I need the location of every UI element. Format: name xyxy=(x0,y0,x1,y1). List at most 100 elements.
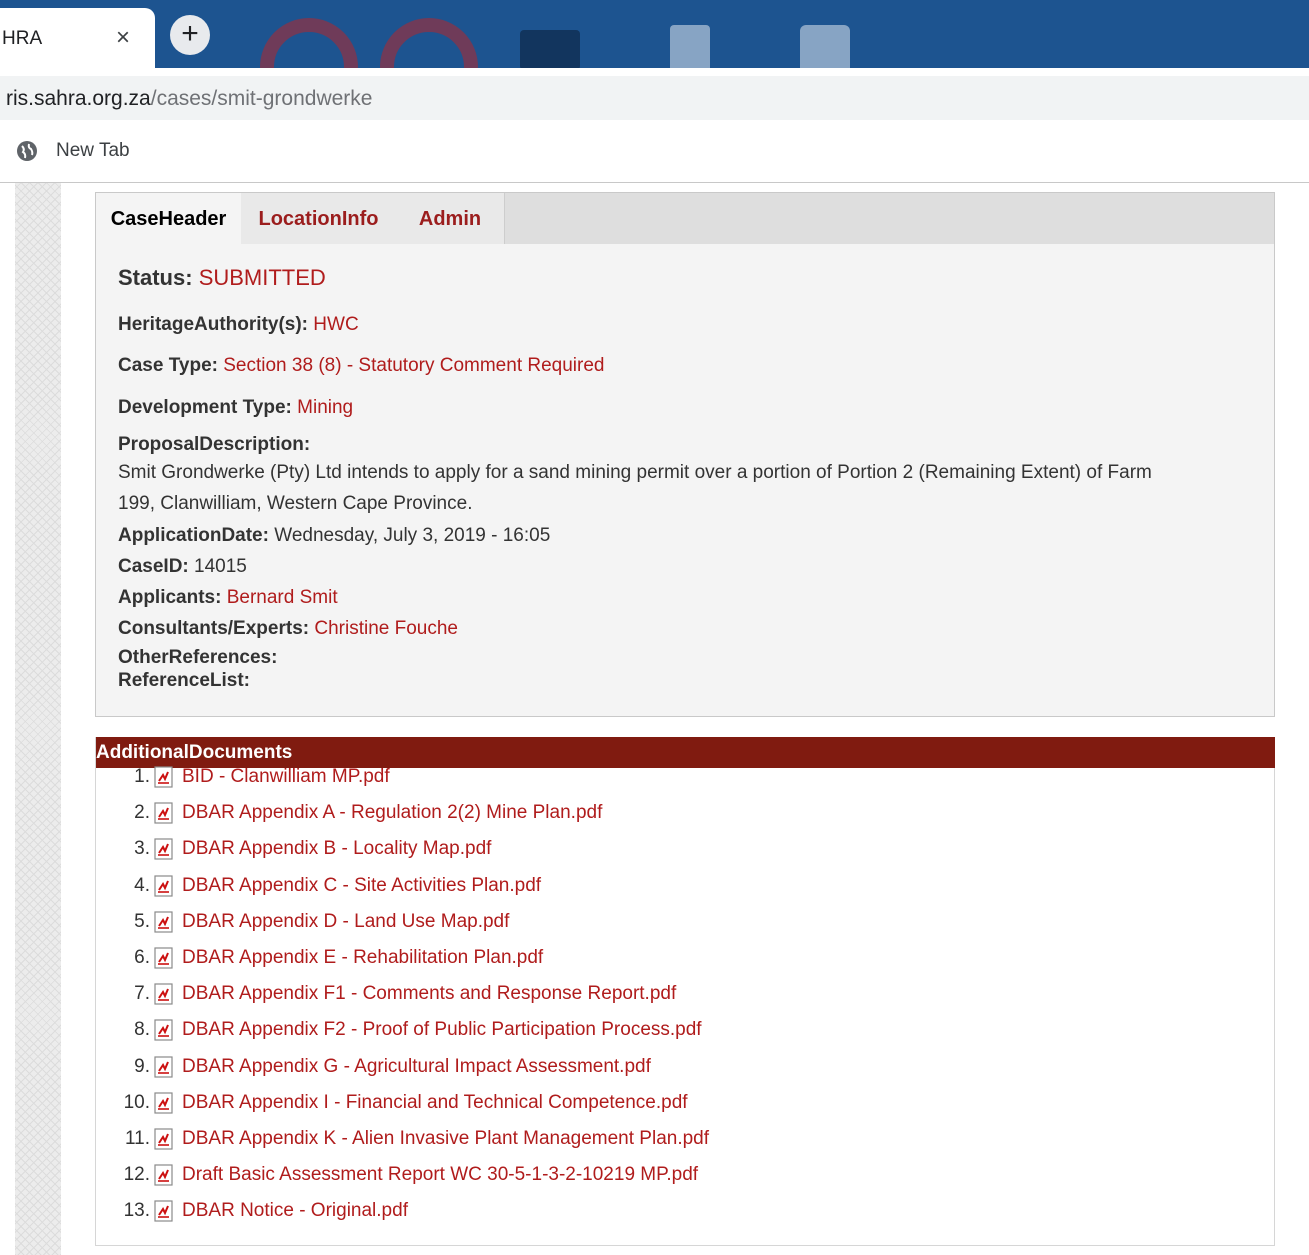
pdf-file-icon xyxy=(154,1164,173,1186)
reference-list-label: ReferenceList: xyxy=(118,670,250,691)
document-link[interactable]: DBAR Appendix I - Financial and Technica… xyxy=(182,1092,688,1114)
url-host: ris.sahra.org.za xyxy=(6,87,151,110)
url-text: ris.sahra.org.za/cases/smit-grondwerke xyxy=(6,87,372,111)
document-number: 7. xyxy=(134,983,150,1005)
browser-toolbar: ris.sahra.org.za/cases/smit-grondwerke xyxy=(0,68,1309,125)
document-link[interactable]: DBAR Appendix F1 - Comments and Response… xyxy=(182,983,676,1005)
document-list-item: 1. BID - Clanwilliam MP.pdf xyxy=(96,763,390,791)
consultants-value: Christine Fouche xyxy=(314,618,458,639)
document-list-item: 2. DBAR Appendix A - Regulation 2(2) Mine… xyxy=(96,799,602,827)
browser-tabstrip: HRA × + xyxy=(0,0,1309,68)
pdf-file-icon xyxy=(154,1200,173,1222)
url-path: /cases/smit-grondwerke xyxy=(150,87,373,110)
document-number: 3. xyxy=(134,838,150,860)
document-number: 8. xyxy=(134,1019,150,1041)
document-list-item: 11. DBAR Appendix K - Alien Invasive Plan… xyxy=(96,1125,709,1153)
background-decoration xyxy=(380,18,478,68)
heritage-authority-label: HeritageAuthority(s): xyxy=(118,314,309,335)
pdf-file-icon xyxy=(154,983,173,1005)
background-decoration xyxy=(670,25,710,68)
document-link[interactable]: DBAR Appendix K - Alien Invasive Plant M… xyxy=(182,1128,709,1150)
applicants-label: Applicants: xyxy=(118,587,222,608)
pdf-file-icon xyxy=(154,874,173,897)
document-list-item: 4. DBAR Appendix C - Site Activities Plan… xyxy=(96,872,541,900)
development-type-field: Development Type: Mining xyxy=(118,397,353,419)
document-number: 9. xyxy=(134,1055,150,1077)
application-date-label: ApplicationDate: xyxy=(118,525,269,546)
document-number: 4. xyxy=(134,874,150,896)
document-list-item: 6. DBAR Appendix E - Rehabilitation Plan.… xyxy=(96,944,543,972)
pdf-file-icon xyxy=(154,911,173,933)
bookmark-new-tab[interactable]: New Tab xyxy=(16,140,130,162)
document-link[interactable]: Draft Basic Assessment Report WC 30-5-1-… xyxy=(182,1164,698,1186)
address-bar[interactable]: ris.sahra.org.za/cases/smit-grondwerke xyxy=(0,76,1309,120)
document-number: 12. xyxy=(123,1164,150,1186)
proposal-description: Smit Grondwerke (Pty) Ltd intends to app… xyxy=(118,457,1258,519)
pdf-file-icon xyxy=(154,1092,173,1114)
tab-locationinfo[interactable]: LocationInfo xyxy=(241,193,397,244)
pdf-file-icon xyxy=(154,838,173,860)
status-label: Status: xyxy=(118,265,193,290)
case-id-field: CaseID: 14015 xyxy=(118,556,247,578)
page-content: CaseHeader LocationInfo Admin Status: SU… xyxy=(0,183,1309,1255)
bookmark-label: New Tab xyxy=(56,140,130,161)
other-references-field: OtherReferences: xyxy=(118,647,277,669)
document-list-item: 9. DBAR Appendix G - Agricultural Impact … xyxy=(96,1053,651,1081)
document-link[interactable]: DBAR Notice - Original.pdf xyxy=(182,1200,408,1222)
applicants-field: Applicants: Bernard Smit xyxy=(118,587,338,609)
pdf-file-icon xyxy=(154,947,173,969)
document-number: 11. xyxy=(124,1128,150,1149)
tab-admin[interactable]: Admin xyxy=(396,193,505,244)
case-tabs-panel: CaseHeader LocationInfo Admin Status: SU… xyxy=(95,192,1275,717)
heritage-authority-value: HWC xyxy=(313,314,359,335)
development-type-value: Mining xyxy=(297,397,354,418)
document-link[interactable]: DBAR Appendix F2 - Proof of Public Parti… xyxy=(182,1019,702,1041)
tab-caseheader[interactable]: CaseHeader xyxy=(96,193,241,244)
close-tab-icon[interactable]: × xyxy=(116,24,130,52)
application-date-field: ApplicationDate: Wednesday, July 3, 2019… xyxy=(118,525,550,547)
document-number: 1. xyxy=(134,766,150,787)
other-references-label: OtherReferences: xyxy=(118,647,278,668)
background-decoration xyxy=(800,25,850,68)
document-link[interactable]: DBAR Appendix B - Locality Map.pdf xyxy=(182,838,491,860)
pdf-file-icon xyxy=(154,1128,173,1150)
proposal-description-line: 199, Clanwilliam, Western Cape Province. xyxy=(118,493,473,514)
globe-icon xyxy=(17,141,37,161)
case-id-label: CaseID: xyxy=(118,556,189,577)
document-link[interactable]: BID - Clanwilliam MP.pdf xyxy=(182,766,390,788)
applicants-value: Bernard Smit xyxy=(226,587,338,608)
document-number: 2. xyxy=(134,802,150,824)
heritage-authority-field: HeritageAuthority(s): HWC xyxy=(118,314,359,336)
document-link[interactable]: DBAR Appendix C - Site Activities Plan.p… xyxy=(182,875,541,897)
document-link[interactable]: DBAR Appendix G - Agricultural Impact As… xyxy=(182,1056,651,1078)
document-list-item: 12. Draft Basic Assessment Report WC 30-5… xyxy=(96,1161,698,1189)
left-pattern-stripe xyxy=(15,183,61,1255)
background-decoration xyxy=(260,18,358,68)
application-date-value: Wednesday, July 3, 2019 - 16:05 xyxy=(274,525,551,546)
document-link[interactable]: DBAR Appendix E - Rehabilitation Plan.pd… xyxy=(182,947,543,969)
case-type-value: Section 38 (8) - Statutory Comment Requi… xyxy=(223,355,605,376)
additional-documents-panel: AdditionalDocuments 1. BID - Clanwilliam … xyxy=(95,737,1275,1246)
case-tabbar: CaseHeader LocationInfo Admin xyxy=(96,193,1274,244)
document-list-item: 3. DBAR Appendix B - Locality Map.pdf xyxy=(96,835,491,863)
case-type-label: Case Type: xyxy=(118,355,218,376)
consultants-label: Consultants/Experts: xyxy=(118,618,310,639)
document-number: 13. xyxy=(123,1200,150,1222)
document-list-item: 10. DBAR Appendix I - Financial and Techn… xyxy=(96,1089,688,1117)
status-field: Status: SUBMITTED xyxy=(118,265,326,291)
document-list-item: 5. DBAR Appendix D - Land Use Map.pdf xyxy=(96,908,509,936)
bookmarks-bar: New Tab xyxy=(0,125,1309,183)
proposal-description-line: Smit Grondwerke (Pty) Ltd intends to app… xyxy=(118,462,1152,483)
document-link[interactable]: DBAR Appendix A - Regulation 2(2) Mine P… xyxy=(182,802,602,824)
reference-list-field: ReferenceList: xyxy=(118,670,250,692)
document-number: 5. xyxy=(134,910,150,932)
case-type-field: Case Type: Section 38 (8) - Statutory Co… xyxy=(118,355,604,377)
document-list-item: 7. DBAR Appendix F1 - Comments and Respon… xyxy=(96,980,676,1008)
case-id-value: 14015 xyxy=(194,556,247,577)
new-tab-button[interactable]: + xyxy=(170,15,210,55)
pdf-file-icon xyxy=(154,1019,173,1041)
proposal-description-label: ProposalDescription: xyxy=(118,434,311,455)
document-link[interactable]: DBAR Appendix D - Land Use Map.pdf xyxy=(182,911,509,933)
background-decoration xyxy=(520,30,580,68)
browser-tab-active[interactable]: HRA × xyxy=(0,8,155,68)
